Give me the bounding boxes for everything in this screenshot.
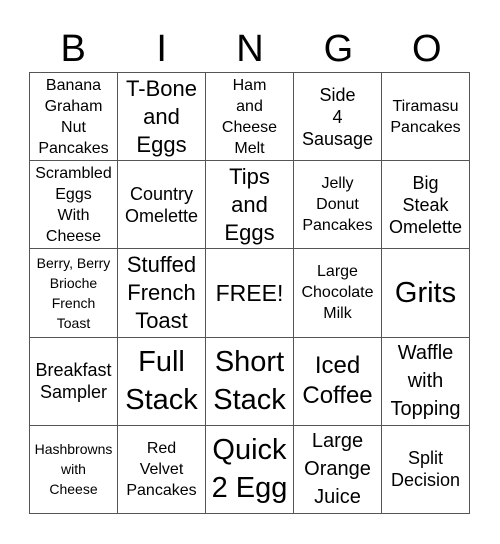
bingo-cell[interactable]: Hashbrowns with Cheese	[30, 425, 118, 514]
bingo-cell[interactable]: T-Bone and Eggs	[118, 73, 206, 162]
bingo-cell[interactable]: Big Steak Omelette	[382, 161, 470, 250]
bingo-cell[interactable]: Short Stack	[206, 337, 294, 426]
bingo-cell[interactable]: Red Velvet Pancakes	[118, 425, 206, 514]
bingo-cell[interactable]: Country Omelette	[118, 161, 206, 250]
bingo-cell[interactable]: Iced Coffee	[294, 337, 382, 426]
header-letter-g: G	[323, 28, 354, 70]
header-letter-n: N	[236, 28, 264, 70]
bingo-cell[interactable]: Ham and Cheese Melt	[206, 73, 294, 162]
bingo-cell[interactable]: Large Chocolate Milk	[294, 249, 382, 338]
bingo-header: B I N G O	[29, 28, 471, 70]
bingo-cell[interactable]: Tips and Eggs	[206, 161, 294, 250]
bingo-cell[interactable]: Breakfast Sampler	[30, 337, 118, 426]
bingo-cell[interactable]: Grits	[382, 249, 470, 338]
bingo-cell[interactable]: Side 4 Sausage	[294, 73, 382, 162]
free-space-cell[interactable]: FREE!	[206, 249, 294, 338]
bingo-cell[interactable]: Scrambled Eggs With Cheese	[30, 161, 118, 250]
bingo-cell[interactable]: Split Decision	[382, 425, 470, 514]
header-letter-b: B	[60, 28, 86, 70]
bingo-cell[interactable]: Full Stack	[118, 337, 206, 426]
bingo-cell[interactable]: Large Orange Juice	[294, 425, 382, 514]
bingo-cell[interactable]: Stuffed French Toast	[118, 249, 206, 338]
bingo-cell[interactable]: Waffle with Topping	[382, 337, 470, 426]
bingo-cell[interactable]: Quick 2 Egg	[206, 425, 294, 514]
bingo-cell[interactable]: Berry, Berry Brioche French Toast	[30, 249, 118, 338]
header-letter-i: I	[156, 28, 167, 70]
bingo-cell[interactable]: Jelly Donut Pancakes	[294, 161, 382, 250]
header-letter-o: O	[412, 28, 442, 70]
bingo-card-grid: Banana Graham Nut Pancakes T-Bone and Eg…	[29, 72, 470, 514]
bingo-cell[interactable]: Banana Graham Nut Pancakes	[30, 73, 118, 162]
bingo-cell[interactable]: Tiramasu Pancakes	[382, 73, 470, 162]
